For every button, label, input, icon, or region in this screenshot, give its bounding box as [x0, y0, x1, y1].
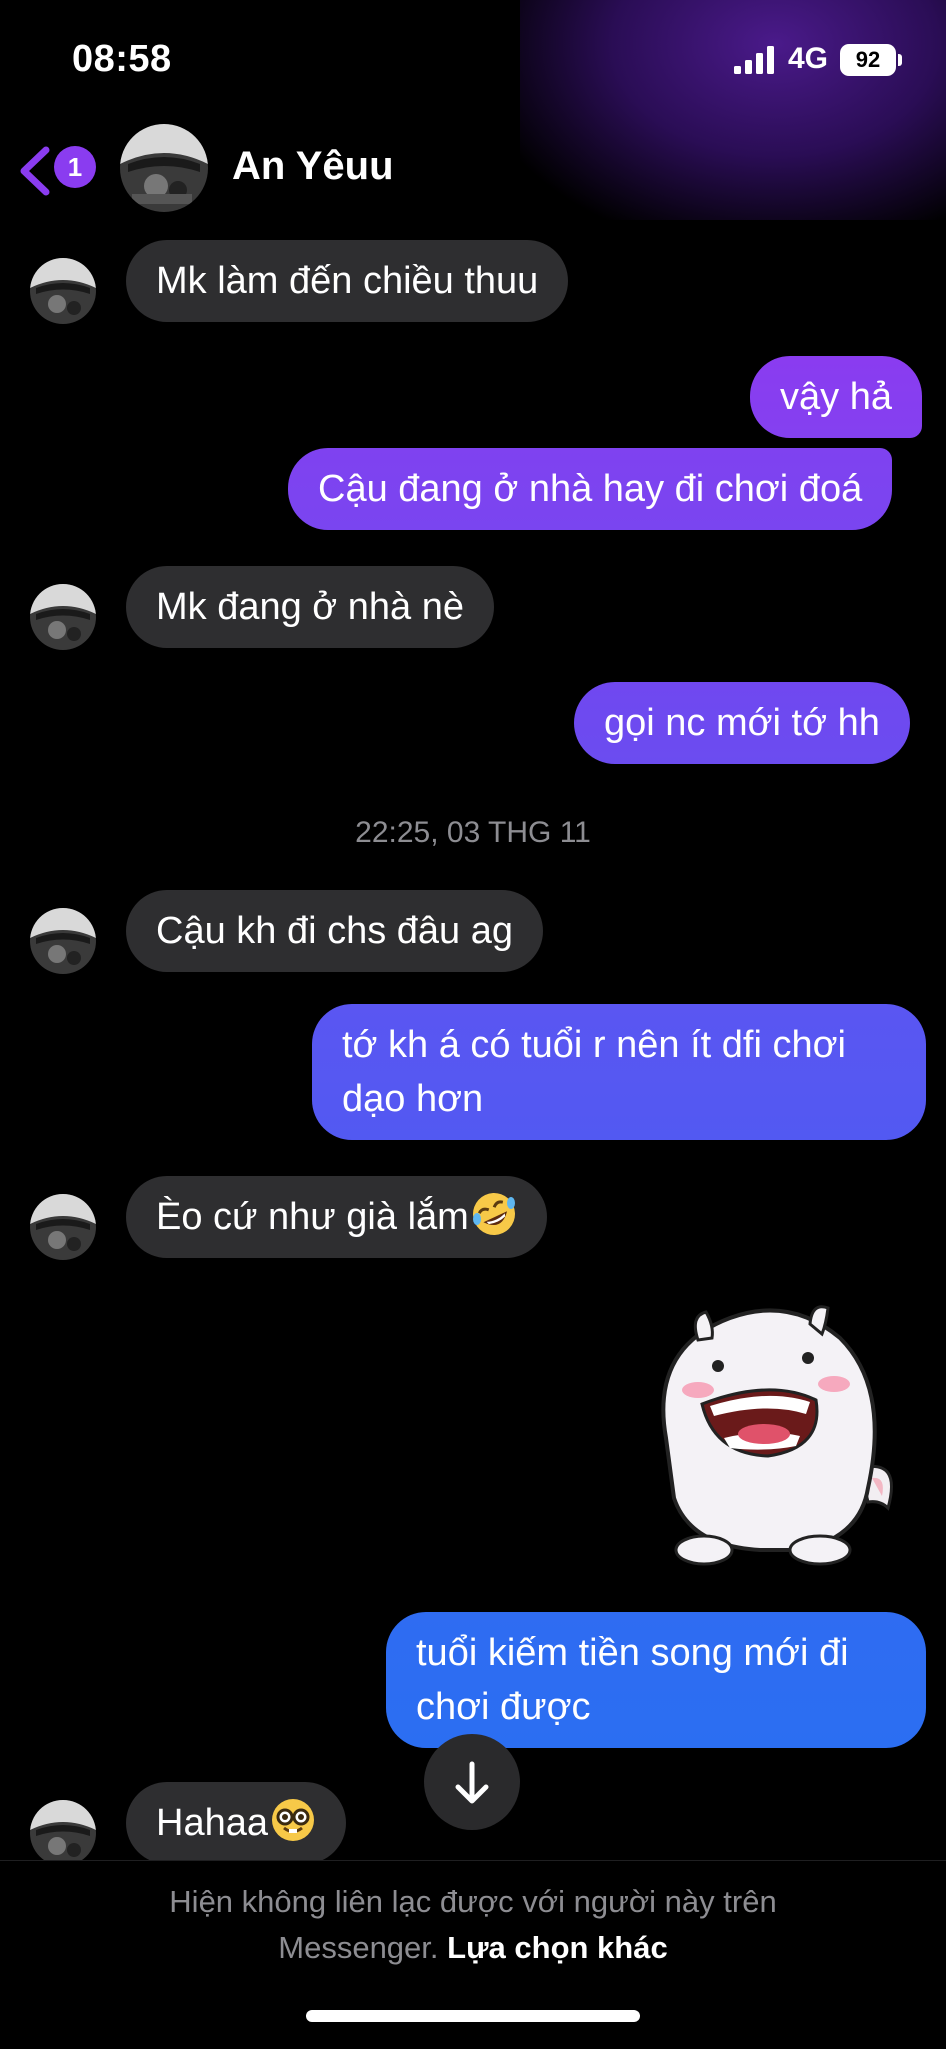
incoming-message[interactable]: Mk đang ở nhà nè [126, 566, 495, 648]
sender-avatar[interactable] [30, 908, 96, 974]
arrow-down-icon [455, 1761, 489, 1804]
network-type: 4G [788, 42, 829, 75]
sender-avatar[interactable] [30, 584, 96, 650]
home-indicator[interactable] [306, 2010, 640, 2022]
message-timestamp: 22:25, 03 THG 11 [355, 816, 591, 849]
footer-line: Hiện không liên lạc được với người này t… [169, 1884, 777, 1919]
status-bar: 08:58 4G 92 [0, 0, 946, 120]
battery-indicator: 92 [840, 44, 896, 76]
nerd-face-emoji-icon [271, 1799, 314, 1841]
outgoing-message[interactable]: gọi nc mới tớ hh [574, 682, 910, 764]
contact-name[interactable]: An Yêuu [232, 144, 394, 189]
outgoing-message[interactable]: Cậu đang ở nhà hay đi chơi đoá [288, 448, 893, 530]
outgoing-message[interactable]: vậy hả [750, 356, 922, 438]
rolling-laughing-emoji-icon [472, 1193, 515, 1235]
footer-message: Hiện không liên lạc được với người này t… [0, 1879, 946, 1971]
sender-avatar[interactable] [30, 1194, 96, 1260]
other-options-link[interactable]: Lựa chọn khác [447, 1930, 668, 1965]
scroll-to-bottom-button[interactable] [424, 1734, 520, 1830]
back-chevron-icon[interactable] [18, 146, 52, 196]
footer-line: Messenger. Lựa chọn khác [0, 1925, 946, 1971]
message-text: Hahaa [156, 1802, 268, 1844]
outgoing-message[interactable]: tuổi kiếm tiền song mới đi chơi được [386, 1612, 926, 1748]
sender-avatar[interactable] [30, 1800, 96, 1866]
unread-count-badge[interactable]: 1 [54, 146, 96, 188]
message-line: dạo hơn [342, 1078, 484, 1120]
battery-tip [898, 54, 902, 66]
message-text: Èo cứ như già lắm [156, 1196, 469, 1238]
contact-avatar[interactable] [120, 124, 208, 212]
message-line: tớ kh á có tuổi r nên ít dfi chơi [342, 1024, 846, 1066]
status-time: 08:58 [72, 38, 172, 80]
sender-avatar[interactable] [30, 258, 96, 324]
incoming-message[interactable]: Hahaa [126, 1782, 346, 1864]
outgoing-message[interactable]: tớ kh á có tuổi r nên ít dfi chơi dạo hơ… [312, 1004, 926, 1140]
cellular-signal-icon [734, 46, 774, 74]
footer-prefix: Messenger. [278, 1930, 439, 1965]
incoming-message[interactable]: Cậu kh đi chs đâu ag [126, 890, 544, 972]
message-line: tuổi kiếm tiền song mới đi [416, 1632, 849, 1674]
sticker-message[interactable] [640, 1288, 900, 1578]
message-line: chơi được [416, 1686, 591, 1728]
incoming-message[interactable]: Mk làm đến chiều thuu [126, 240, 569, 322]
incoming-message[interactable]: Èo cứ như già lắm [126, 1176, 547, 1258]
